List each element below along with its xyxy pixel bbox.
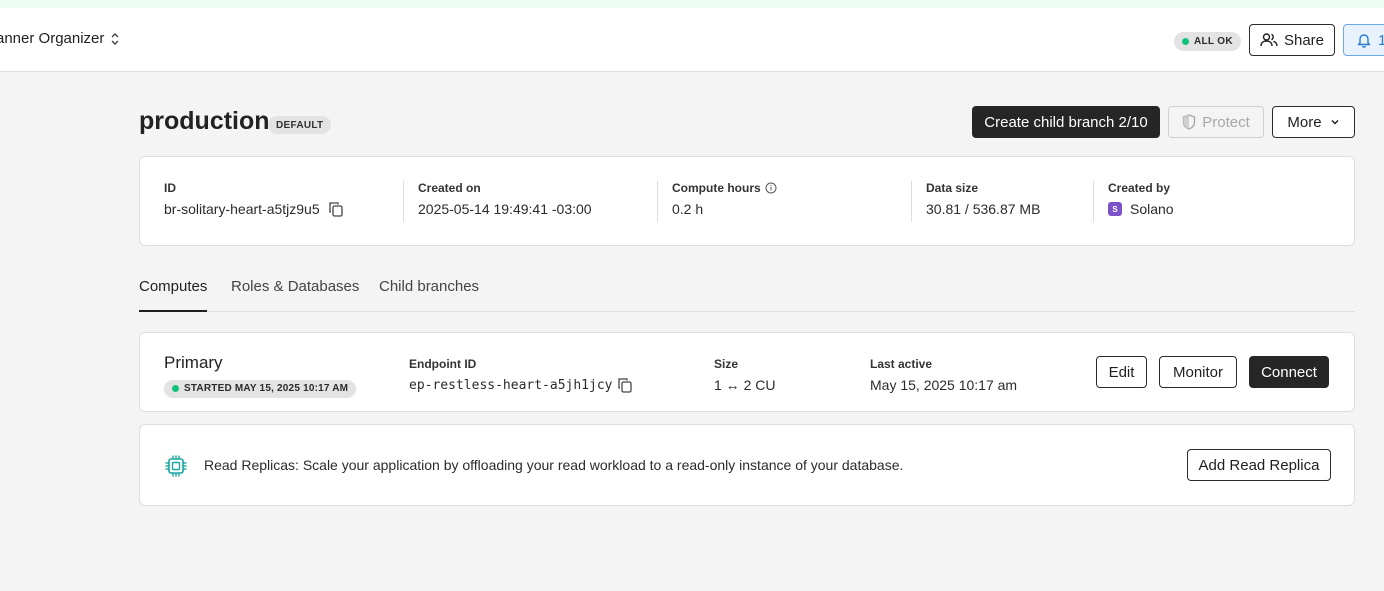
share-label: Share [1283,31,1325,49]
copy-icon[interactable] [617,377,633,393]
project-selector[interactable]: anner Organizer [0,30,120,47]
chevron-down-icon [1331,119,1339,125]
compute-name: Primary [164,353,223,372]
info-id: ID br-solitary-heart-a5tjz9u5 [164,181,344,217]
monitor-button[interactable]: Monitor [1159,356,1237,388]
size-label: Size [714,357,739,371]
share-button[interactable]: Share [1249,24,1335,56]
chevron-updown-icon [111,32,119,45]
created-on-value: 2025-05-14 19:49:41 -03:00 [418,201,592,217]
last-active-label: Last active [870,357,933,371]
connect-label: Connect [1261,363,1317,381]
create-child-branch-button[interactable]: Create child branch 2/10 [972,106,1160,138]
id-value: br-solitary-heart-a5tjz9u5 [164,201,320,217]
status-badge[interactable]: ALL OK [1174,32,1241,51]
id-label: ID [164,181,176,195]
tab-roles-databases[interactable]: Roles & Databases [231,278,359,312]
connect-button[interactable]: Connect [1249,356,1329,388]
status-dot-icon [172,385,179,392]
topbar: anner Organizer ALL OK Share 1 [0,8,1384,72]
edit-button[interactable]: Edit [1096,356,1147,388]
create-child-branch-label: Create child branch 2/10 [984,113,1148,131]
divider [657,181,658,222]
status-dot-icon [1182,38,1189,45]
info-compute-hours: Compute hours 0.2 h [672,181,777,217]
avatar: S [1108,202,1122,216]
page-title: production [139,107,270,135]
info-icon[interactable] [765,182,777,194]
notifications-button[interactable]: 1 [1343,24,1384,56]
status-badge: STARTED MAY 15, 2025 10:17 AM [164,379,357,398]
top-strip [0,0,1384,8]
add-read-replica-label: Add Read Replica [1198,456,1320,474]
created-on-label: Created on [418,181,481,195]
protect-button[interactable]: Protect [1168,106,1264,138]
edit-label: Edit [1108,363,1135,381]
last-active-block: Last active May 15, 2025 10:17 am [870,357,1017,393]
compute-card: Primary STARTED MAY 15, 2025 10:17 AM En… [139,332,1355,412]
read-replicas-text: Read Replicas: Scale your application by… [204,457,904,473]
bell-icon [1357,34,1371,48]
notifications-count: 1 [1378,31,1384,49]
status-label: ALL OK [1194,36,1233,47]
tab-bar: Computes Roles & Databases Child branche… [139,278,1355,312]
data-size-label: Data size [926,181,979,195]
last-active-value: May 15, 2025 10:17 am [870,377,1018,393]
protect-label: Protect [1202,113,1250,131]
size-block: Size 1 ↔ 2 CU [714,357,775,393]
shield-icon [1183,114,1196,130]
users-icon [1260,33,1278,47]
info-created-by: Created by S Solano [1108,181,1174,217]
data-size-value: 30.81 / 536.87 MB [926,201,1041,217]
compute-hours-label: Compute hours [672,181,761,195]
chip-icon [165,455,187,477]
divider [1093,181,1094,222]
tab-computes[interactable]: Computes [139,278,207,312]
tab-child-branches[interactable]: Child branches [379,278,479,312]
divider [911,181,912,222]
read-replicas-card: Read Replicas: Scale your application by… [139,424,1355,506]
endpoint-value: ep-restless-heart-a5jh1jcy [409,377,613,393]
endpoint-block: Endpoint ID ep-restless-heart-a5jh1jcy [409,357,633,393]
created-by-label: Created by [1108,181,1171,195]
created-by-value: Solano [1130,201,1174,217]
branch-info-card: ID br-solitary-heart-a5tjz9u5 Created on… [139,156,1355,246]
info-data-size: Data size 30.81 / 536.87 MB [926,181,1040,217]
size-value: 1 ↔ 2 CU [714,377,776,393]
compute-hours-value: 0.2 h [672,201,704,217]
more-label: More [1287,113,1322,131]
project-name: anner Organizer [0,30,105,47]
info-created-on: Created on 2025-05-14 19:49:41 -03:00 [418,181,592,217]
compute-status: STARTED MAY 15, 2025 10:17 AM [184,383,349,394]
default-badge: DEFAULT [268,116,332,134]
add-read-replica-button[interactable]: Add Read Replica [1187,449,1331,481]
endpoint-label: Endpoint ID [409,357,477,371]
monitor-label: Monitor [1172,363,1224,381]
more-button[interactable]: More [1272,106,1355,138]
copy-icon[interactable] [328,201,344,217]
divider [403,181,404,222]
